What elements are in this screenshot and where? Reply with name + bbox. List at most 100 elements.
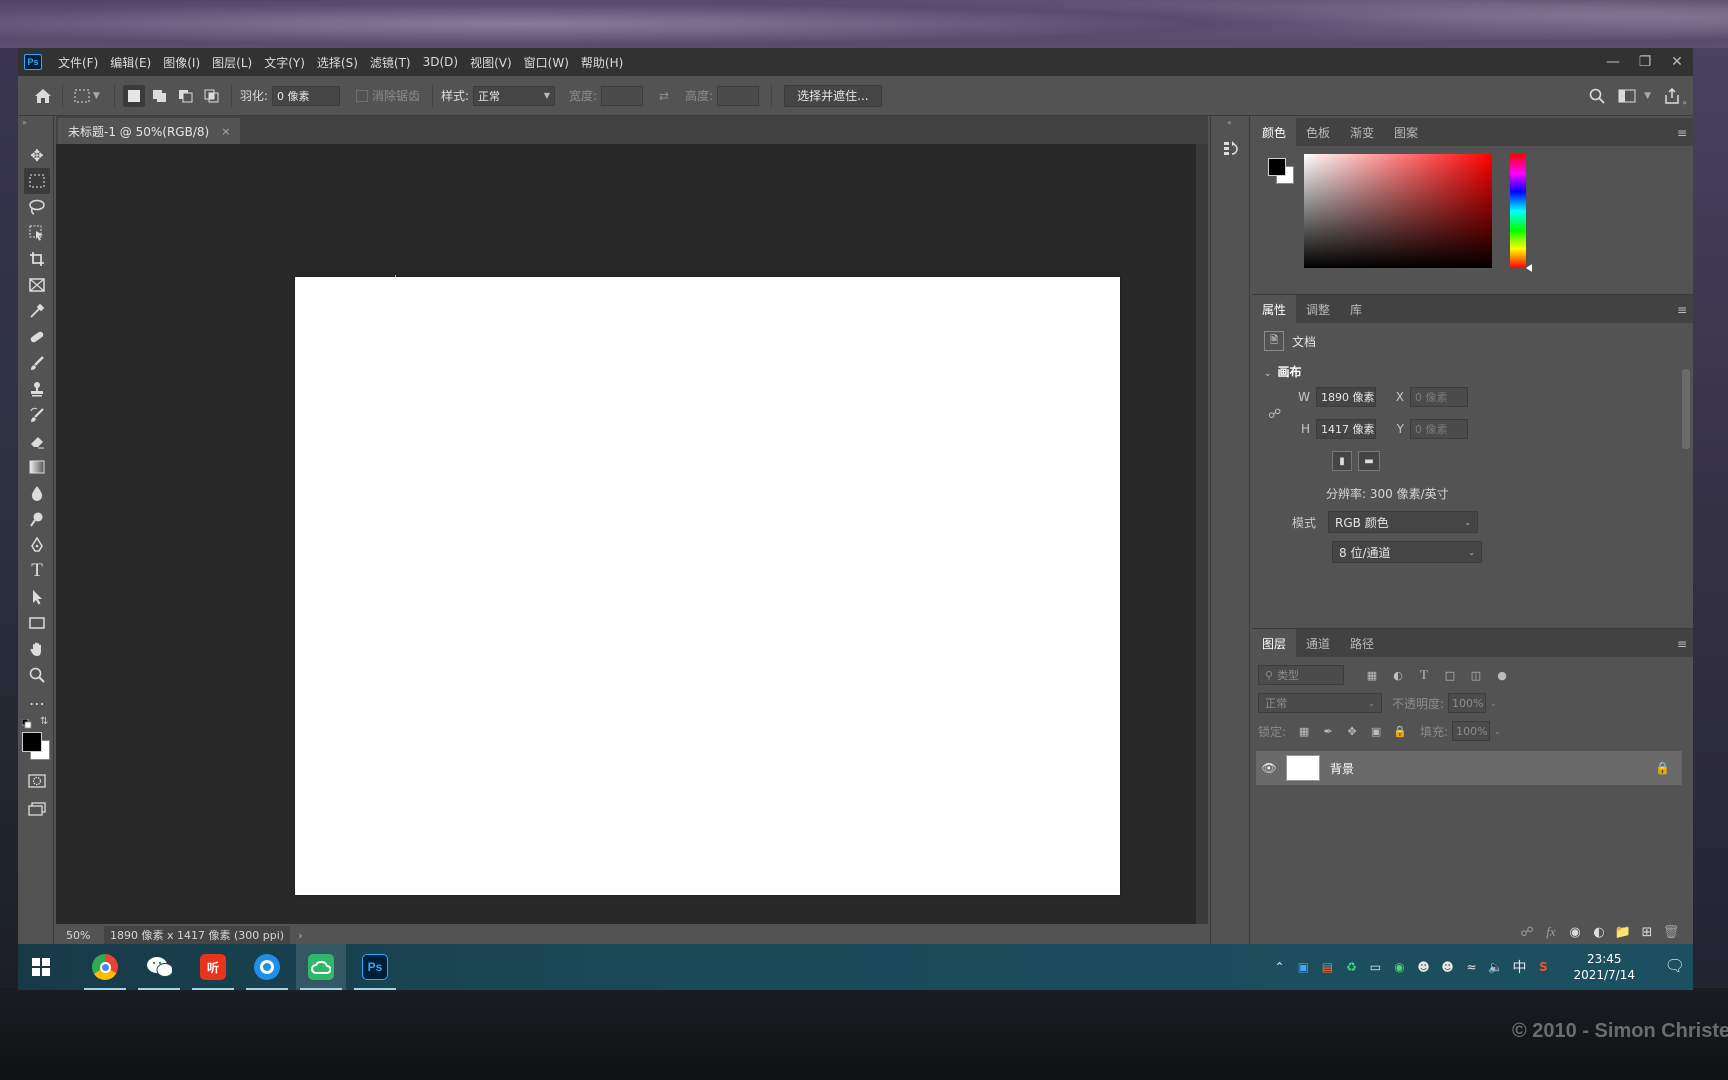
canvas-x-input[interactable]: 0 像素: [1410, 387, 1468, 407]
zoom-tool-icon[interactable]: [24, 662, 50, 688]
collapse-arrows-icon[interactable]: »: [22, 118, 27, 127]
delete-layer-icon[interactable]: 🗑: [1659, 925, 1683, 940]
select-and-mask-button[interactable]: 选择并遮住...: [784, 84, 882, 107]
eraser-tool-icon[interactable]: [24, 428, 50, 454]
share-icon[interactable]: [1661, 85, 1683, 107]
object-select-tool-icon[interactable]: [24, 220, 50, 246]
blend-mode-select[interactable]: 正常 ⌄: [1258, 693, 1382, 713]
panel-menu-icon[interactable]: ≡: [1677, 126, 1687, 140]
meeting-tray-icon[interactable]: ▣: [1291, 960, 1315, 974]
menu-help[interactable]: 帮助(H): [575, 54, 629, 71]
tab-color[interactable]: 颜色: [1252, 118, 1297, 146]
close-button[interactable]: ✕: [1661, 48, 1693, 76]
pixel-filter-icon[interactable]: ▦: [1362, 665, 1382, 685]
tab-gradients[interactable]: 渐变: [1340, 118, 1384, 146]
lock-all-icon[interactable]: 🔒: [1390, 721, 1410, 741]
vertical-scrollbar[interactable]: [1196, 144, 1208, 924]
foreground-color-swatch[interactable]: [1268, 158, 1286, 176]
volume-icon[interactable]: 🔈: [1483, 960, 1507, 974]
show-hidden-icons-icon[interactable]: ⌃: [1267, 960, 1291, 974]
feather-input[interactable]: 0 像素: [271, 85, 340, 106]
history-brush-tool-icon[interactable]: [24, 402, 50, 428]
canvas-width-input[interactable]: 1890 像素: [1316, 387, 1376, 407]
new-group-icon[interactable]: 📁: [1611, 925, 1635, 940]
new-layer-icon[interactable]: ⊞: [1635, 925, 1659, 940]
notification-center-icon[interactable]: 🗨: [1665, 956, 1685, 975]
blur-tool-icon[interactable]: [24, 480, 50, 506]
tab-layers[interactable]: 图层: [1252, 629, 1297, 657]
chevron-down-icon[interactable]: ▼: [93, 91, 100, 101]
menu-layer[interactable]: 图层(L): [206, 54, 258, 71]
healing-brush-tool-icon[interactable]: [24, 324, 50, 350]
layer-filter-select[interactable]: ⚲ 类型: [1258, 665, 1344, 685]
status-menu-arrow-icon[interactable]: ›: [298, 929, 302, 942]
restore-button[interactable]: ❐: [1629, 48, 1661, 76]
intersect-selection-icon[interactable]: [201, 85, 223, 107]
quick-mask-icon[interactable]: [24, 768, 50, 794]
dodge-tool-icon[interactable]: [24, 506, 50, 532]
hue-slider-handle[interactable]: [1526, 264, 1532, 272]
brush-tool-icon[interactable]: [24, 350, 50, 376]
stamp-tool-icon[interactable]: [24, 376, 50, 402]
canvas-height-input[interactable]: 1417 像素: [1316, 419, 1376, 439]
canvas-workspace[interactable]: [56, 144, 1196, 924]
filter-toggle-icon[interactable]: ●: [1492, 665, 1512, 685]
sync-tray-icon[interactable]: ♻: [1339, 960, 1363, 974]
eyedropper-tool-icon[interactable]: [24, 298, 50, 324]
document-tab[interactable]: 未标题-1 @ 50%(RGB/8) ×: [58, 118, 241, 144]
lock-pixels-icon[interactable]: ✒: [1318, 721, 1338, 741]
bit-depth-select[interactable]: 8 位/通道 ⌄: [1332, 541, 1482, 563]
tab-libraries[interactable]: 库: [1340, 295, 1372, 323]
minimize-button[interactable]: —: [1597, 48, 1629, 76]
crop-tool-icon[interactable]: [24, 246, 50, 272]
collapse-arrows-icon[interactable]: «: [1227, 118, 1232, 127]
search-icon[interactable]: [1586, 85, 1608, 107]
ime-indicator[interactable]: 中: [1507, 957, 1531, 977]
shape-filter-icon[interactable]: □: [1440, 665, 1460, 685]
menu-image[interactable]: 图像(I): [157, 54, 206, 71]
lock-position-icon[interactable]: ✥: [1342, 721, 1362, 741]
history-panel-icon[interactable]: [1220, 138, 1242, 160]
menu-3d[interactable]: 3D(D): [417, 55, 464, 69]
qq-tray-icon-2[interactable]: ☻: [1435, 960, 1459, 974]
swap-colors-icon[interactable]: ⇅: [40, 716, 48, 727]
menu-type[interactable]: 文字(Y): [258, 54, 311, 71]
link-icon[interactable]: ☍: [1268, 407, 1281, 422]
taskbar-app-wechat[interactable]: [134, 944, 184, 990]
zoom-level[interactable]: 50%: [56, 929, 104, 942]
link-layers-icon[interactable]: ☍: [1515, 925, 1539, 940]
tab-properties[interactable]: 属性: [1252, 295, 1297, 323]
home-icon[interactable]: [32, 85, 54, 107]
type-tool-icon[interactable]: T: [24, 558, 50, 584]
close-tab-icon[interactable]: ×: [221, 125, 230, 138]
menu-filter[interactable]: 滤镜(T): [364, 54, 417, 71]
chevron-down-icon[interactable]: ⌄: [1494, 727, 1501, 736]
color-picker-field[interactable]: [1304, 154, 1492, 268]
workspace-icon[interactable]: [1616, 85, 1638, 107]
antialias-checkbox[interactable]: [355, 89, 368, 102]
chevron-down-icon[interactable]: ▼: [1644, 91, 1651, 101]
fx-icon[interactable]: fx: [1539, 924, 1563, 940]
marquee-preset-icon[interactable]: [71, 85, 93, 107]
scrollbar-thumb[interactable]: [1682, 369, 1690, 449]
default-colors-icon[interactable]: [21, 718, 32, 729]
frame-tool-icon[interactable]: [24, 272, 50, 298]
layer-row[interactable]: 👁 背景 🔒: [1256, 751, 1682, 785]
lock-transparent-icon[interactable]: ▦: [1294, 721, 1314, 741]
taskbar-app-photoshop[interactable]: Ps: [350, 944, 400, 990]
layer-lock-icon[interactable]: 🔒: [1655, 761, 1670, 775]
gradient-tool-icon[interactable]: [24, 454, 50, 480]
lock-artboard-icon[interactable]: ▣: [1366, 721, 1386, 741]
panel-menu-icon[interactable]: ≡: [1677, 303, 1687, 317]
tab-swatches[interactable]: 色板: [1296, 118, 1340, 146]
expand-arrows-icon[interactable]: »: [1682, 98, 1687, 107]
properties-scrollbar[interactable]: [1681, 359, 1691, 559]
document-canvas[interactable]: [295, 277, 1120, 895]
foreground-color-swatch[interactable]: [22, 732, 42, 752]
height-input[interactable]: [717, 85, 760, 106]
taskbar-app-chrome[interactable]: [80, 944, 130, 990]
smart-object-filter-icon[interactable]: ◫: [1466, 665, 1486, 685]
wechat-tray-icon[interactable]: ◉: [1387, 960, 1411, 974]
pen-tool-icon[interactable]: [24, 532, 50, 558]
chevron-down-icon[interactable]: ⌄: [1490, 699, 1497, 708]
